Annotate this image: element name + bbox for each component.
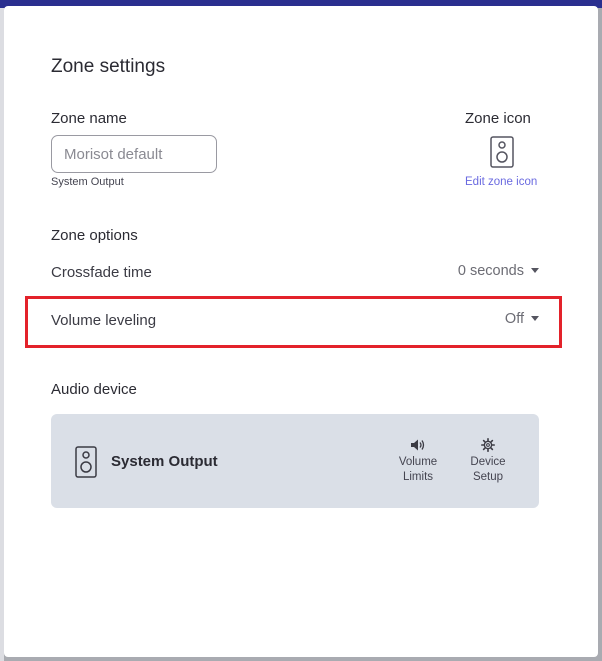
volume-limits-label-line2: Limits: [402, 471, 434, 483]
edit-zone-icon-link[interactable]: Edit zone icon: [465, 176, 537, 188]
volume-icon: [410, 438, 426, 452]
volume-limits-button[interactable]: Volume Limits: [391, 438, 445, 485]
crossfade-time-dropdown[interactable]: 0 seconds: [458, 263, 539, 279]
speaker-icon: [75, 446, 97, 478]
crossfade-time-value: 0 seconds: [457, 263, 524, 279]
crossfade-time-label: Crossfade time: [51, 264, 152, 281]
zone-options-label: Zone options: [51, 227, 138, 244]
volume-limits-label-line1: Volume: [398, 456, 438, 468]
zone-name-device-label: System Output: [51, 176, 124, 188]
device-setup-button[interactable]: Device Setup: [461, 438, 515, 485]
speaker-icon[interactable]: [490, 136, 514, 168]
volume-leveling-value: Off: [504, 311, 524, 327]
device-name: System Output: [111, 453, 218, 470]
zone-name-label: Zone name: [51, 110, 127, 127]
dialog-title: Zone settings: [51, 56, 166, 77]
chevron-down-icon: [531, 267, 539, 273]
gear-icon: [480, 438, 496, 452]
chevron-down-icon: [531, 315, 539, 321]
audio-device-label: Audio device: [51, 381, 137, 398]
volume-leveling-label: Volume leveling: [51, 312, 157, 329]
zone-name-input[interactable]: [51, 135, 217, 173]
volume-leveling-dropdown[interactable]: Off: [505, 311, 539, 327]
audio-device-card: System Output Volume Limits Device Setup: [51, 414, 539, 508]
zone-settings-dialog: Zone settings Zone name System Output Zo…: [4, 6, 598, 657]
zone-icon-label: Zone icon: [465, 110, 531, 127]
device-setup-label-line1: Device: [470, 456, 506, 468]
device-setup-label-line2: Setup: [472, 471, 504, 483]
